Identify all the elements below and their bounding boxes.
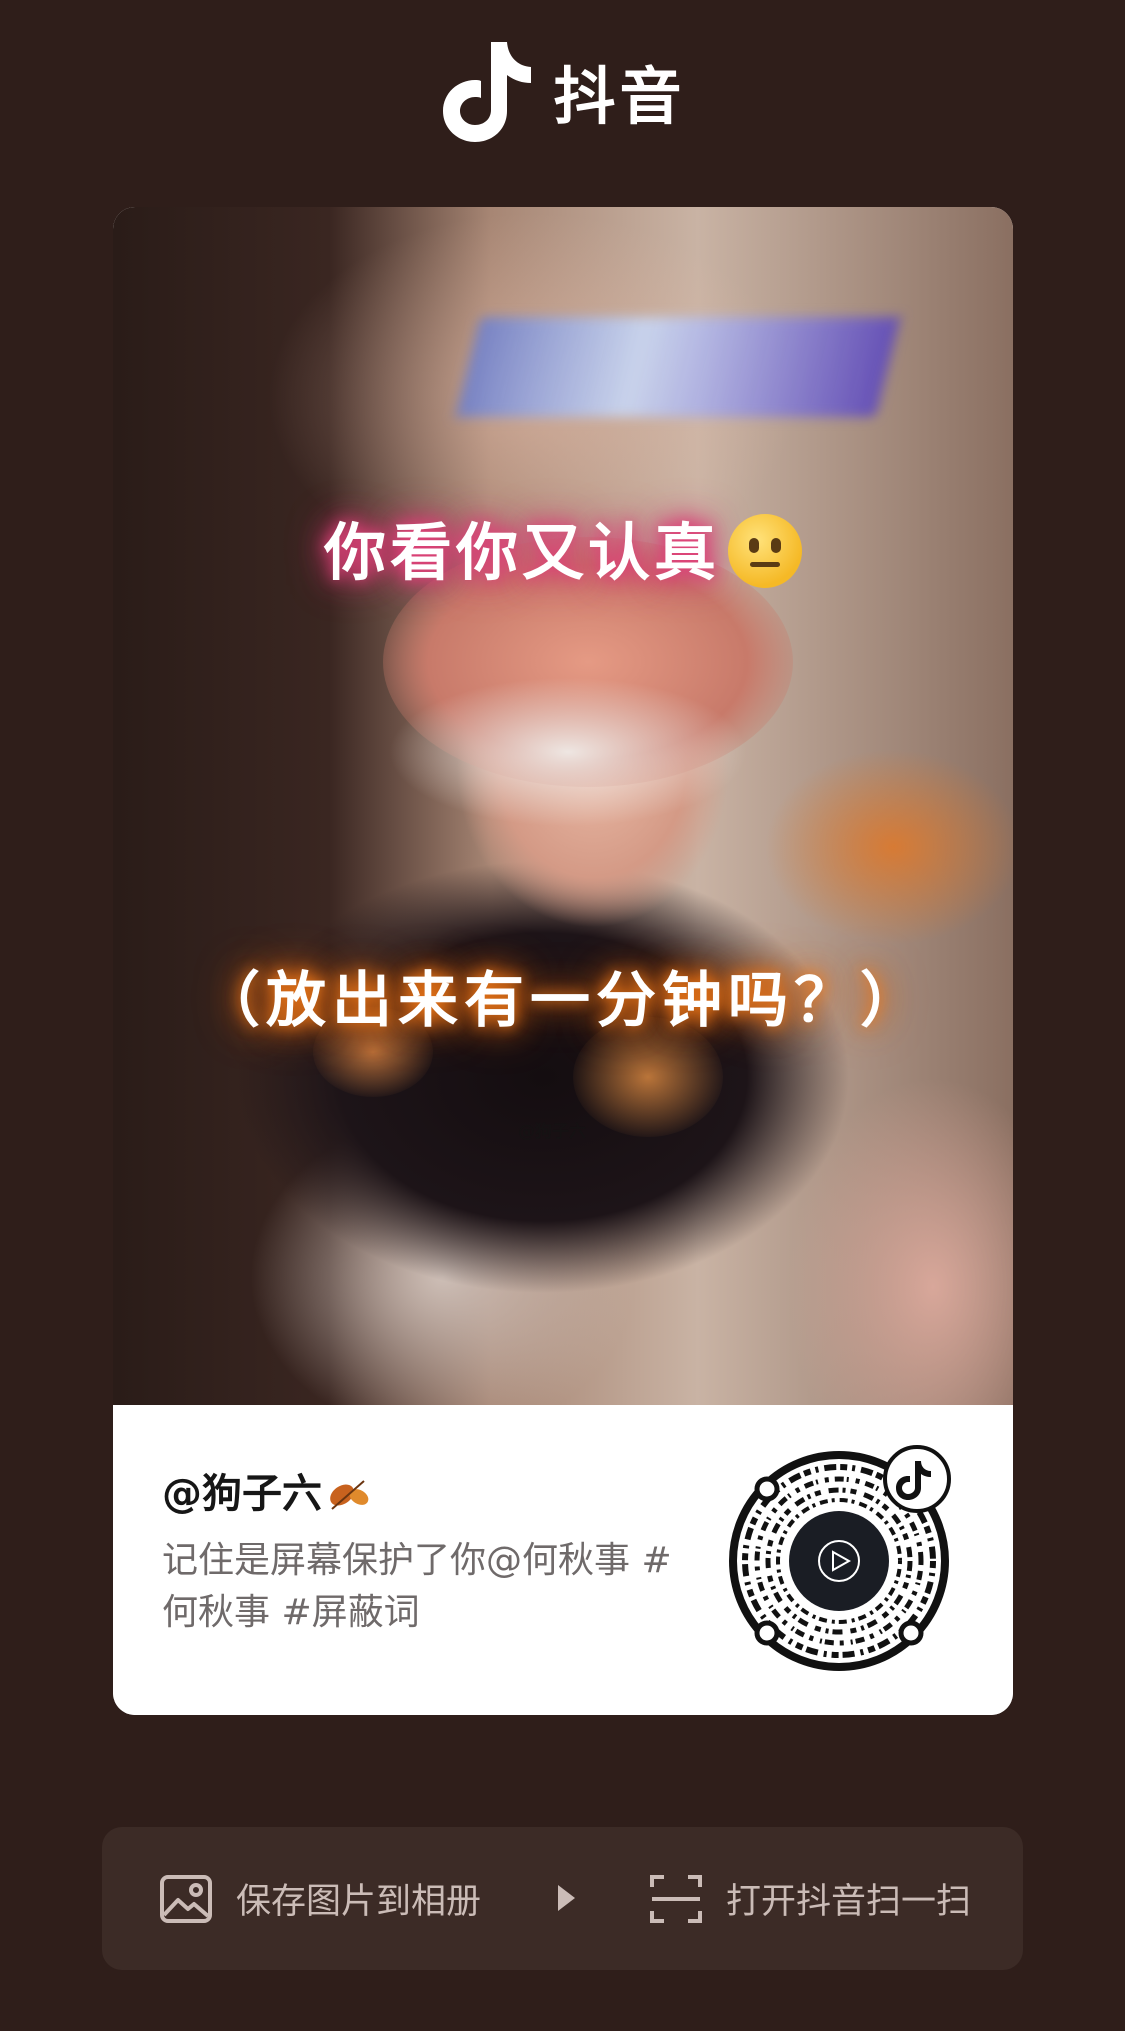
app-header: 抖音 <box>0 36 1125 146</box>
video-caption-top: 你看你又认真 <box>113 502 1013 592</box>
neutral-face-emoji-icon <box>728 514 802 588</box>
chair-blur <box>388 677 748 827</box>
douyin-code-qr-icon[interactable] <box>729 1445 955 1671</box>
video-thumbnail[interactable]: 你看你又认真 （放出来有一分钟吗？） @狗子六 <box>113 207 1013 1405</box>
post-info: @狗子六 记住是屏幕保护了你@何秋事 #何秋事 #屏蔽词 <box>113 1405 1013 1715</box>
open-scan-label: 打开抖音扫一扫 <box>726 1882 972 1922</box>
share-card: 你看你又认真 （放出来有一分钟吗？） @狗子六 @狗子六 记住是屏幕保护了你@何… <box>113 207 1013 1715</box>
video-caption-bottom: （放出来有一分钟吗？） <box>200 966 926 1036</box>
post-description: 记住是屏幕保护了你@何秋事 #何秋事 #屏蔽词 <box>162 1540 672 1633</box>
action-bar: 保存图片到相册 打开抖音扫一扫 <box>102 1827 1023 1970</box>
video-watermark: @狗子六 <box>518 1122 586 1142</box>
app-name: 抖音 <box>553 60 686 133</box>
fallen-leaf-emoji-icon <box>330 1480 369 1510</box>
image-icon <box>160 1874 212 1923</box>
scan-icon <box>650 1874 702 1923</box>
author-handle: @狗子六 <box>162 1471 322 1517</box>
douyin-logo-icon <box>443 42 532 142</box>
save-to-album-label: 保存图片到相册 <box>236 1882 482 1922</box>
play-arrow-icon <box>558 1885 575 1911</box>
caption-top-text: 你看你又认真 <box>323 516 720 589</box>
open-scan-button[interactable]: 打开抖音扫一扫 <box>648 1827 971 1970</box>
save-to-album-button[interactable]: 保存图片到相册 <box>158 1827 481 1970</box>
glitch-effect <box>455 317 901 417</box>
author-name: @狗子六 <box>162 1461 372 1519</box>
